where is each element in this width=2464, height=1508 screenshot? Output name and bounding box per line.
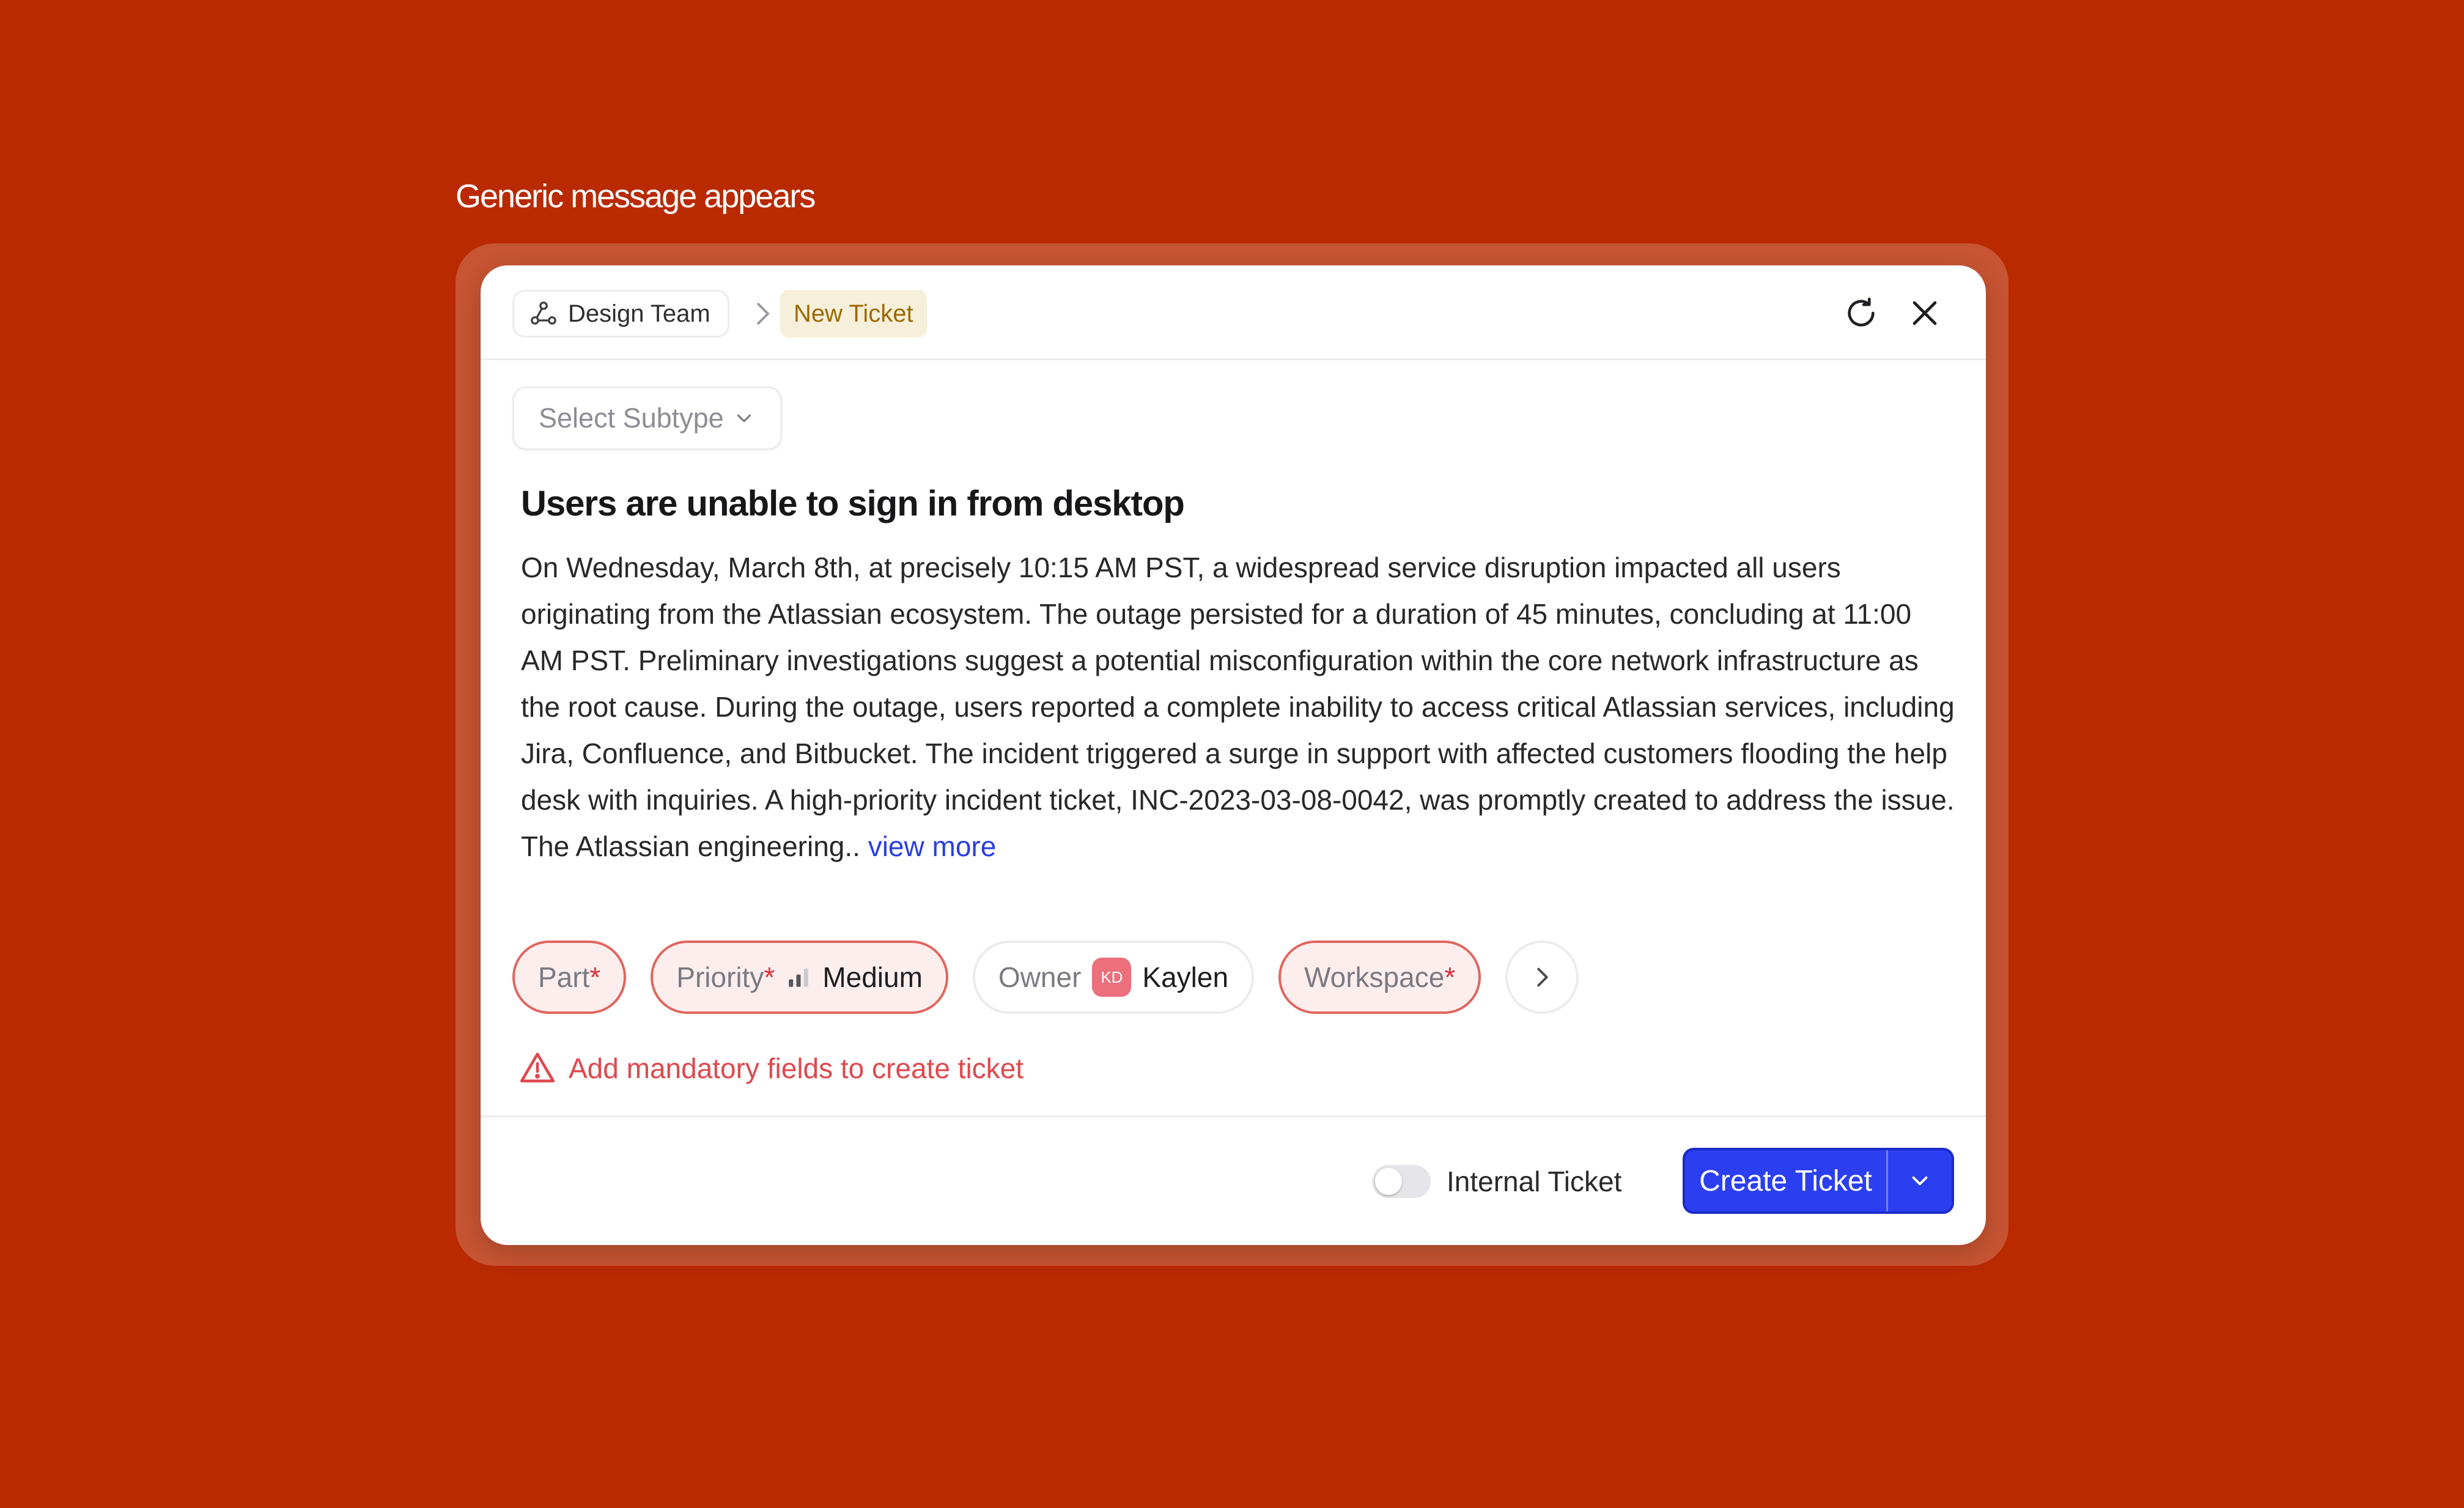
subtype-placeholder: Select Subtype [539,402,724,434]
required-star: * [764,961,775,993]
priority-value: Medium [822,961,923,993]
workspace-label: Workspace* [1304,961,1456,993]
internal-ticket-toggle-group: Internal Ticket [1372,1165,1621,1198]
ticket-description[interactable]: On Wednesday, March 8th, at precisely 10… [521,544,1958,870]
workspace-field[interactable]: Workspace* [1278,941,1481,1014]
required-star: * [1444,961,1456,993]
create-ticket-button[interactable]: Create Ticket [1685,1150,1888,1211]
chevron-down-icon [737,414,751,423]
required-star: * [589,961,601,993]
close-icon [1913,301,1937,325]
subtype-select[interactable]: Select Subtype [512,386,782,450]
owner-label: Owner [998,961,1082,993]
refresh-icon [1848,297,1875,327]
warning-icon [520,1052,555,1082]
breadcrumb-new-ticket[interactable]: New Ticket [780,290,927,338]
priority-field[interactable]: Priority* Medium [651,941,948,1014]
chevron-down-icon [1912,1176,1928,1186]
ticket-title[interactable]: Users are unable to sign in from desktop [521,483,1185,524]
close-button[interactable] [1905,294,1944,333]
dialog-footer: Internal Ticket Create Ticket [481,1115,1986,1245]
owner-field[interactable]: Owner KD Kaylen [972,941,1255,1014]
caption: Generic message appears [456,178,816,215]
signal-bars-icon [789,969,809,987]
warning-text: Add mandatory fields to create ticket [569,1052,1024,1084]
create-options-dropdown[interactable] [1888,1150,1952,1211]
field-pills: Part* Priority* Medium Owner KD Kaylen W… [512,941,1579,1014]
breadcrumb-team-label: Design Team [568,300,710,327]
part-field[interactable]: Part* [512,941,627,1014]
toggle-knob [1375,1168,1402,1195]
internal-ticket-toggle[interactable] [1372,1165,1431,1198]
dialog-header: Design Team New Ticket [481,265,1986,360]
priority-label: Priority* [676,961,775,993]
create-ticket-split-button: Create Ticket [1683,1148,1954,1214]
new-ticket-dialog: Design Team New Ticket Select Subtype Us… [481,265,1986,1245]
view-more-link[interactable]: view more [868,830,997,862]
part-label: Part* [538,961,601,993]
canvas: Generic message appears Design Team New … [0,0,2464,1508]
internal-ticket-label: Internal Ticket [1447,1166,1622,1197]
chevron-right-icon [757,303,770,325]
chevron-right-icon [1537,967,1548,987]
more-fields-button[interactable] [1505,941,1579,1014]
breadcrumb-team[interactable]: Design Team [512,290,729,338]
ticket-description-text: On Wednesday, March 8th, at precisely 10… [521,552,1955,862]
owner-value: Kaylen [1142,961,1229,993]
refresh-button[interactable] [1842,294,1881,333]
owner-avatar: KD [1092,958,1132,997]
mandatory-fields-warning: Add mandatory fields to create ticket [518,1049,1024,1087]
team-icon [531,301,556,325]
